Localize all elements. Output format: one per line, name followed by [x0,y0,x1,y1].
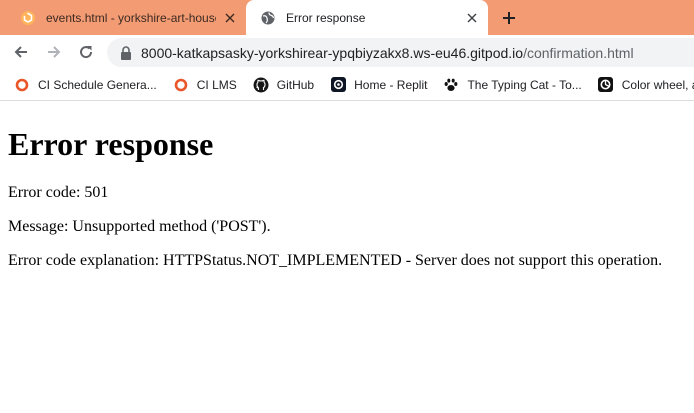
close-icon[interactable] [222,10,238,26]
bookmark-label: CI LMS [196,77,237,92]
bookmark-label: Color wheel, a co [621,77,694,92]
bookmark-github[interactable]: GitHub [253,77,314,93]
close-icon[interactable] [464,10,480,26]
forward-button[interactable] [42,40,66,64]
bookmark-replit[interactable]: Home - Replit [330,77,427,93]
back-button[interactable] [9,40,33,64]
reload-button[interactable] [74,40,98,64]
tab-strip: events.html - yorkshire-art-house Error … [0,0,694,35]
bookmarks-bar: CI Schedule Genera... CI LMS GitHub Home… [0,69,694,100]
url-path: /confirmation.html [523,44,634,61]
tab-error-response[interactable]: Error response [246,0,488,35]
error-explanation: Error code explanation: HTTPStatus.NOT_I… [8,252,663,269]
address-bar[interactable]: 8000-katkapsasky-yorkshirear-ypqbiyzakx8… [107,38,694,67]
url-text: 8000-katkapsasky-yorkshirear-ypqbiyzakx8… [141,45,634,61]
lock-icon[interactable] [120,45,132,60]
bookmark-color-wheel[interactable]: Color wheel, a co [598,77,694,93]
gitpod-icon [20,10,36,26]
bookmark-label: The Typing Cat - To... [467,77,582,92]
bookmark-label: Home - Replit [354,77,428,92]
error-message: Message: Unsupported method ('POST'). [8,218,271,235]
page-title: Error response [8,126,214,162]
color-wheel-icon [598,77,614,93]
tab-title: Error response [286,10,366,25]
github-icon [253,77,269,93]
ci-icon [14,77,30,93]
replit-icon [330,77,346,93]
bookmark-ci-lms[interactable]: CI LMS [173,77,237,93]
bookmark-ci-schedule[interactable]: CI Schedule Genera... [14,77,157,93]
bookmark-typing-cat[interactable]: The Typing Cat - To... [443,77,582,93]
paw-icon [443,77,459,93]
tab-title: events.html - yorkshire-art-house [46,10,216,25]
plus-icon [503,12,515,24]
ci-icon [173,77,189,93]
bookmark-label: GitHub [276,77,315,92]
error-code: Error code: 501 [8,184,109,201]
globe-icon [260,10,276,26]
url-host: 8000-katkapsasky-yorkshirear-ypqbiyzakx8… [141,44,524,61]
page-content: Error response Error code: 501 Message: … [8,101,688,286]
arrow-right-icon [48,46,61,58]
bookmark-label: CI Schedule Genera... [38,77,157,92]
reload-icon [80,46,93,59]
browser-toolbar: 8000-katkapsasky-yorkshirear-ypqbiyzakx8… [0,35,694,69]
arrow-left-icon [14,46,27,58]
tab-events[interactable]: events.html - yorkshire-art-house [0,0,246,35]
new-tab-button[interactable] [498,7,520,29]
